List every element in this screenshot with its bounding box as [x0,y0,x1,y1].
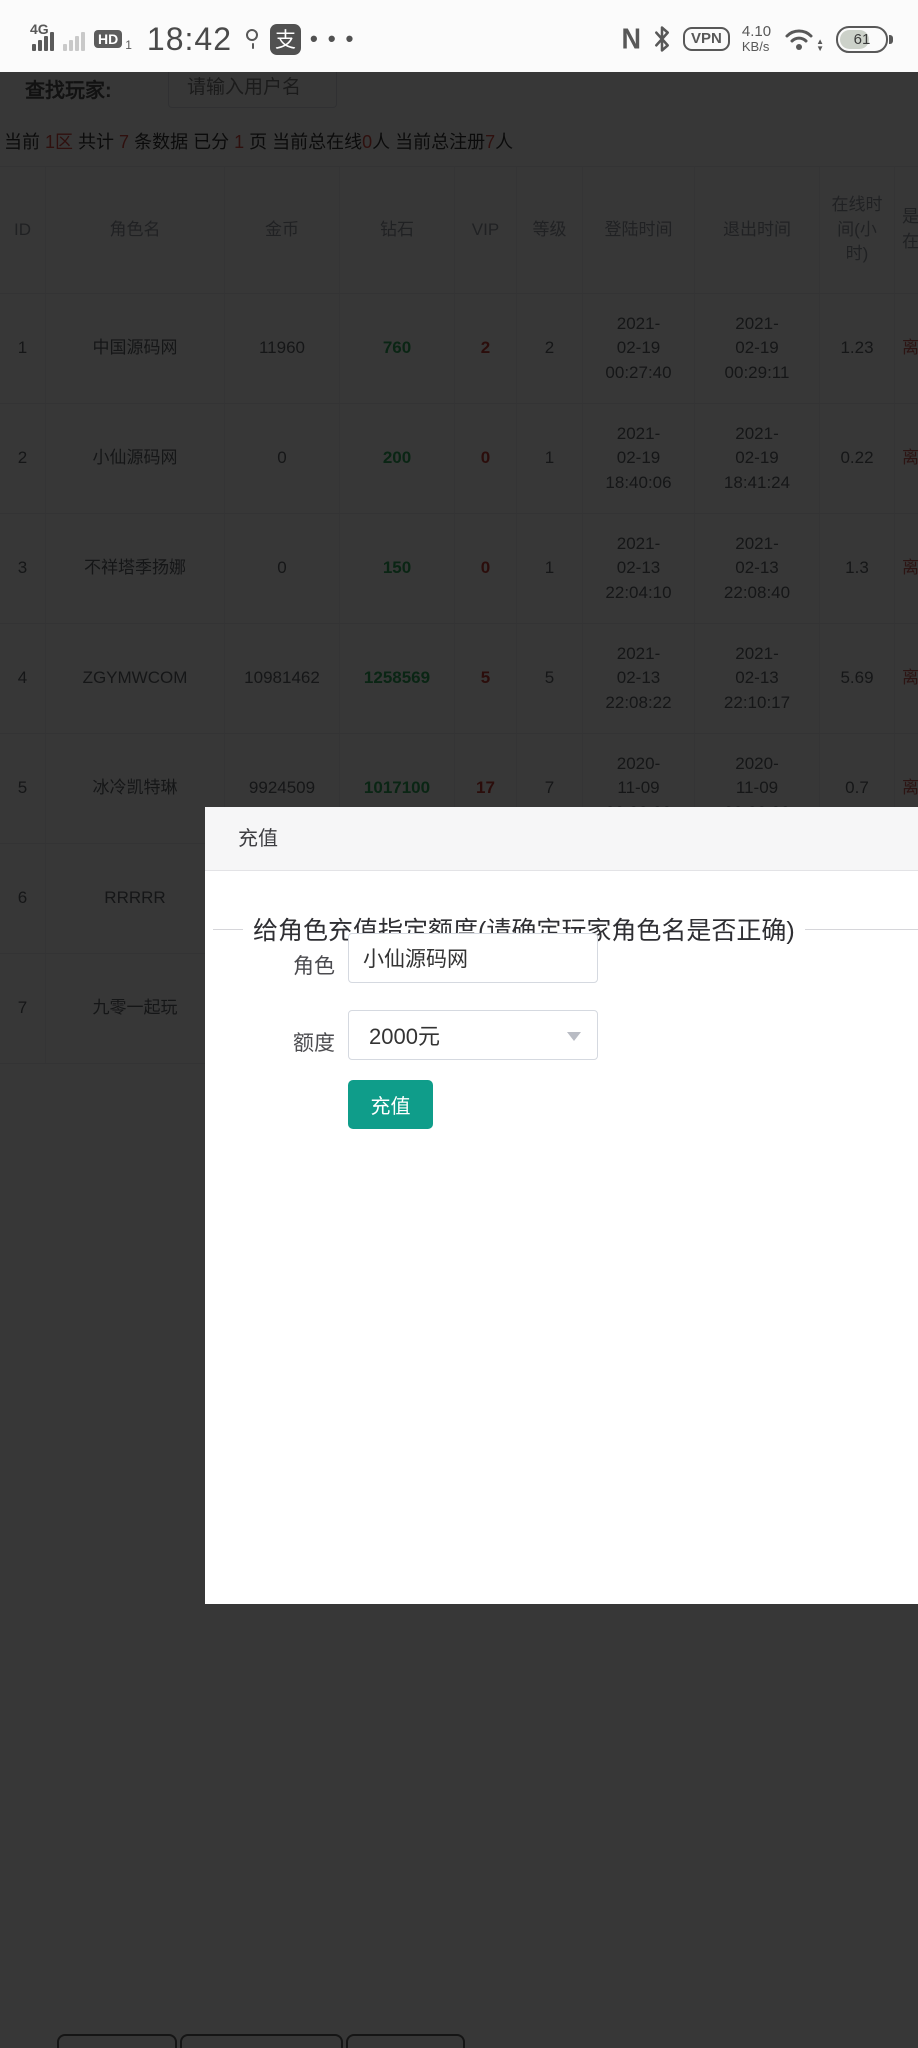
nfc-icon: N [622,23,642,56]
status-bar: 4G HD 1 18:42 支 • • • N VPN 4.10 KB/s [0,0,918,72]
wifi-icon [783,26,815,52]
battery-icon: 61 [836,26,888,53]
modal-title: 充值 [205,807,918,871]
wifi-traffic-arrows-icon: ▲▼ [816,38,824,52]
amount-select-value: 2000元 [369,1019,440,1051]
network-speed: 4.10 KB/s [742,24,771,53]
phone-screen: 查找玩家: 当前 1区 共计 7 条数据 已分 1 页 当前总在线0人 当前总注… [0,0,918,2048]
location-icon [245,27,261,51]
heading-line-left [213,929,243,930]
bluetooth-icon [653,25,671,53]
hd-voice-icon: HD [94,30,122,48]
alipay-icon: 支 [270,24,301,55]
amount-label: 额度 [205,1027,335,1057]
network-type-label: 4G [30,21,49,37]
chevron-down-icon [567,1032,581,1041]
role-label: 角色 [205,950,335,980]
role-input[interactable] [348,933,598,983]
heading-line-right [805,929,918,930]
amount-select[interactable]: 2000元 [348,1010,598,1060]
recharge-submit-button[interactable]: 充值 [348,1080,433,1129]
signal-strength-icon-sim1: 4G [32,27,54,51]
clock: 18:42 [147,21,232,58]
battery-percent: 61 [854,31,871,48]
sim-index-label: 1 [125,38,132,52]
vpn-icon: VPN [683,27,730,52]
recharge-modal: 充值 给角色充值指定额度(请确定玩家角色名是否正确) 角色 额度 2000元 充… [205,807,918,1604]
more-notifications-icon: • • • [310,26,355,52]
signal-strength-icon-sim2 [63,27,85,51]
